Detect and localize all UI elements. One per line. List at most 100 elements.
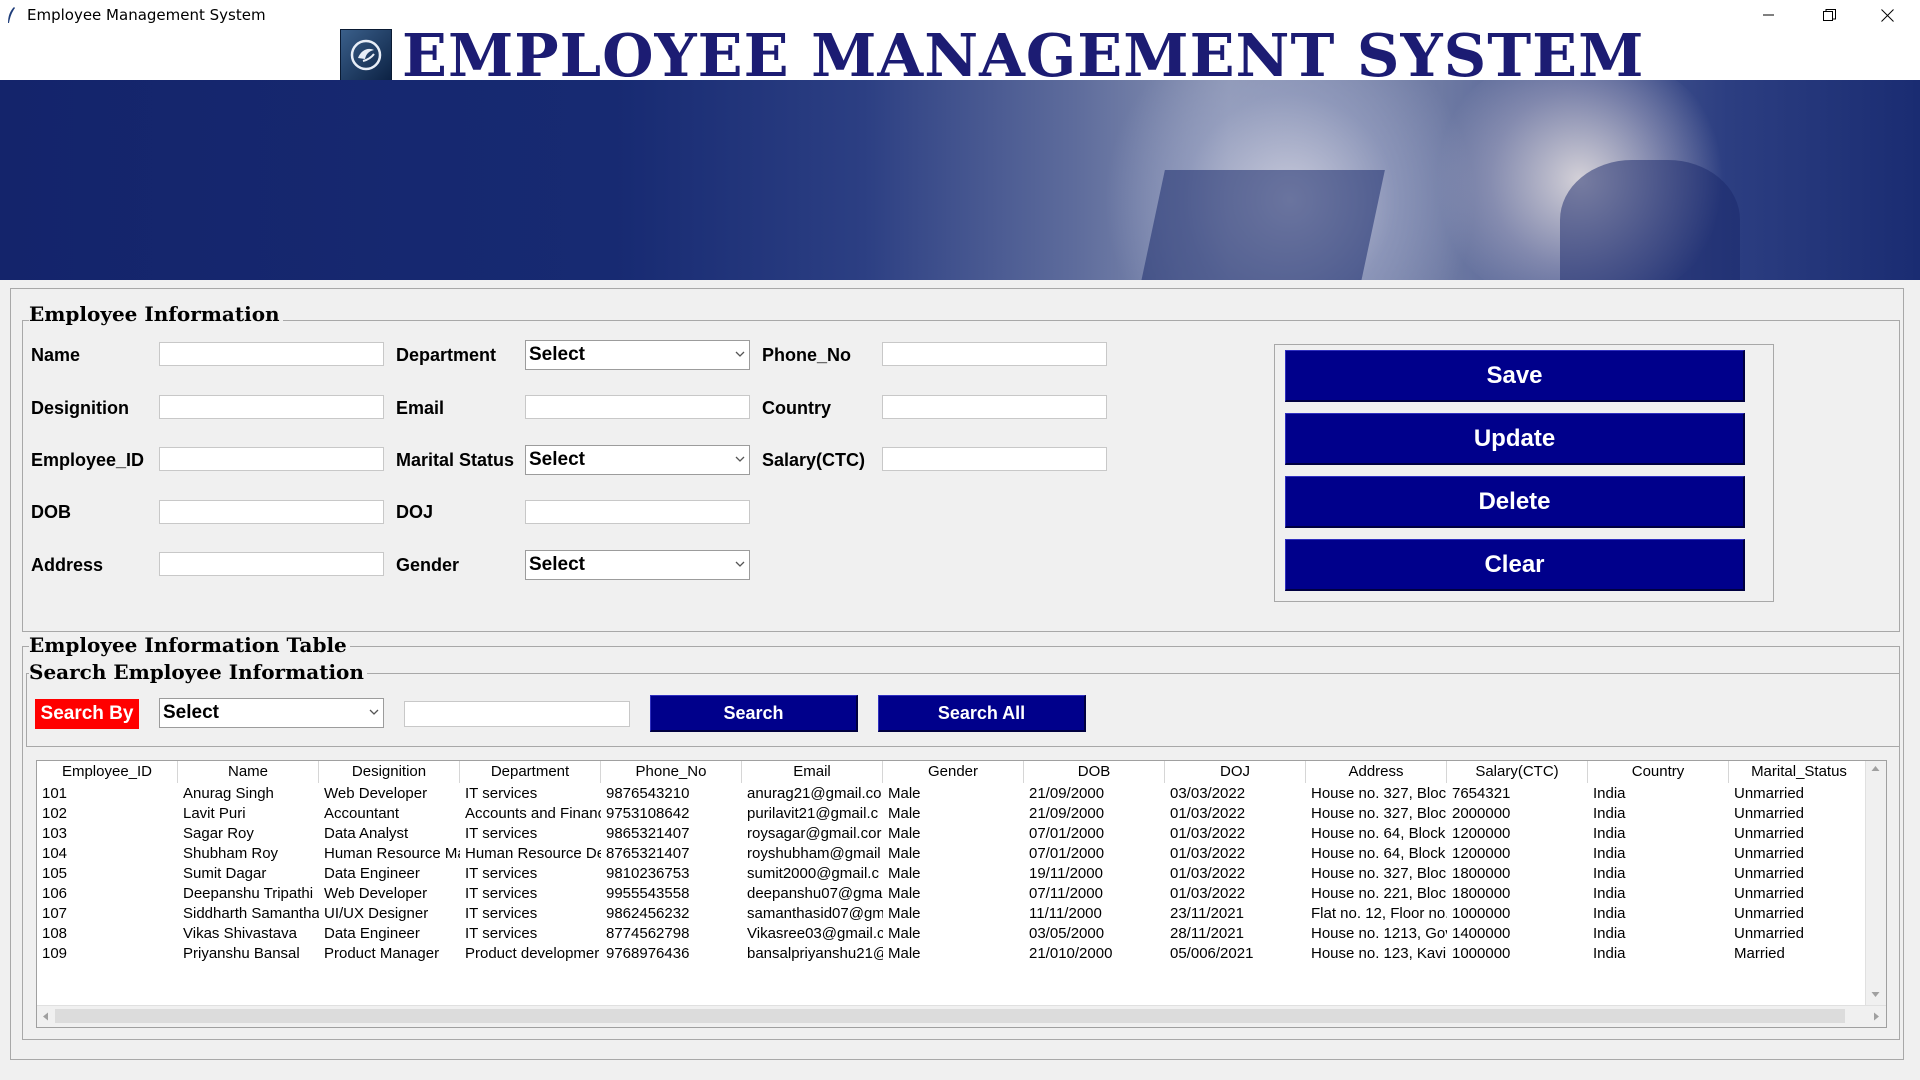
table-row[interactable]: 103 Sagar Roy Data Analyst IT services 98653… [37, 824, 1865, 844]
dob-input[interactable] [159, 500, 384, 524]
column-header[interactable]: Department [460, 761, 601, 783]
table-cell: House no. 1213, Gov [1311, 925, 1447, 942]
scroll-left-icon[interactable] [42, 1012, 49, 1021]
gender-select[interactable]: Select [525, 550, 750, 580]
column-header[interactable]: Name [178, 761, 319, 783]
table-cell: Unmarried [1734, 865, 1805, 882]
table-cell: Deepanshu Tripathi [183, 885, 314, 902]
table-cell: 1200000 [1452, 845, 1511, 862]
table-cell: Siddharth Samantha [183, 905, 319, 922]
save-button[interactable]: Save [1285, 350, 1745, 402]
employee-table[interactable]: Employee_ID Name Designition Department … [36, 760, 1887, 1028]
table-cell: 1400000 [1452, 925, 1511, 942]
table-cell: bansalpriyanshu21@ [747, 945, 883, 962]
table-row[interactable]: 104 Shubham Roy Human Resource Ma Human Res… [37, 844, 1865, 864]
column-header[interactable]: Salary(CTC) [1447, 761, 1588, 783]
doj-input[interactable] [525, 500, 750, 524]
table-cell: 11/11/2000 [1029, 905, 1102, 922]
employee-table-legend: Employee Information Table [29, 632, 350, 658]
table-cell: deepanshu07@gma [747, 885, 883, 902]
table-cell: 9810236753 [606, 865, 690, 882]
search-all-button[interactable]: Search All [878, 695, 1086, 732]
column-header[interactable]: Employee_ID [37, 761, 178, 783]
table-cell: House no. 123, Kavi [1311, 945, 1447, 962]
table-cell: Product developmer [465, 945, 600, 962]
column-header[interactable]: Gender [883, 761, 1024, 783]
salary-input[interactable] [882, 447, 1107, 471]
table-cell: 19/11/2000 [1029, 865, 1103, 882]
close-button[interactable] [1858, 0, 1916, 30]
search-by-label: Search By [35, 699, 139, 729]
table-cell: 107 [42, 905, 68, 922]
table-cell: 28/11/2021 [1170, 925, 1244, 942]
name-input[interactable] [159, 342, 384, 366]
scroll-down-icon[interactable] [1871, 991, 1880, 998]
column-header[interactable]: Address [1306, 761, 1447, 783]
column-header[interactable]: DOJ [1165, 761, 1306, 783]
table-cell: Married [1734, 945, 1785, 962]
close-icon [1880, 8, 1894, 22]
table-cell: 07/01/2000 [1029, 825, 1105, 842]
column-header[interactable]: Marital_Status [1729, 761, 1870, 783]
table-cell: India [1593, 905, 1626, 922]
restore-button[interactable] [1800, 0, 1858, 30]
phone-input[interactable] [882, 342, 1107, 366]
department-select-value: Select [529, 344, 585, 365]
table-cell: Male [888, 905, 921, 922]
department-select[interactable]: Select [525, 340, 750, 370]
table-row[interactable]: 101 Anurag Singh Web Developer IT services 9… [37, 784, 1865, 804]
table-cell: Male [888, 945, 921, 962]
table-cell: 01/03/2022 [1170, 865, 1246, 882]
scroll-up-icon[interactable] [1871, 765, 1880, 772]
table-row[interactable]: 102 Lavit Puri Accountant Accounts and Fina… [37, 804, 1865, 824]
table-cell: Human Resource De [465, 845, 601, 862]
horizontal-scroll-thumb[interactable] [55, 1009, 1845, 1023]
chevron-down-icon [735, 561, 745, 567]
search-legend: Search Employee Information [29, 659, 367, 685]
table-cell: 21/010/2000 [1029, 945, 1113, 962]
table-header: Employee_ID Name Designition Department … [37, 761, 1870, 783]
table-row[interactable]: 105 Sumit Dagar Data Engineer IT services 98… [37, 864, 1865, 884]
table-cell: House no. 64, Block [1311, 845, 1446, 862]
designation-input[interactable] [159, 395, 384, 419]
chevron-down-icon [735, 456, 745, 462]
table-cell: Male [888, 885, 921, 902]
search-button[interactable]: Search [650, 695, 858, 732]
clear-button[interactable]: Clear [1285, 539, 1745, 591]
column-header[interactable]: Email [742, 761, 883, 783]
employee-id-label: Employee_ID [31, 450, 145, 470]
column-header[interactable]: DOB [1024, 761, 1165, 783]
table-cell: India [1593, 805, 1626, 822]
email-input[interactable] [525, 395, 750, 419]
minimize-button[interactable] [1740, 0, 1798, 30]
table-row[interactable]: 109 Priyanshu Bansal Product Manager Produc… [37, 944, 1865, 964]
table-cell: Data Analyst [324, 825, 409, 842]
table-cell: 102 [42, 805, 68, 822]
search-input[interactable] [404, 701, 630, 727]
employee-id-input[interactable] [159, 447, 384, 471]
table-cell: India [1593, 845, 1626, 862]
table-cell: 106 [42, 885, 68, 902]
country-input[interactable] [882, 395, 1107, 419]
table-row[interactable]: 108 Vikas Shivastava Data Engineer IT servi… [37, 924, 1865, 944]
delete-button[interactable]: Delete [1285, 476, 1745, 528]
minimize-icon [1763, 14, 1774, 16]
table-row[interactable]: 107 Siddharth Samantha UI/UX Designer IT se… [37, 904, 1865, 924]
search-by-select[interactable]: Select [159, 698, 384, 728]
update-button[interactable]: Update [1285, 413, 1745, 465]
table-row[interactable]: 106 Deepanshu Tripathi Web Developer IT ser… [37, 884, 1865, 904]
table-cell: Anurag Singh [183, 785, 274, 802]
vertical-scrollbar[interactable] [1865, 761, 1886, 1005]
address-input[interactable] [159, 552, 384, 576]
table-cell: sumit2000@gmail.c [747, 865, 879, 882]
table-cell: 01/03/2022 [1170, 805, 1246, 822]
scroll-right-icon[interactable] [1873, 1012, 1880, 1021]
horizontal-scrollbar[interactable] [37, 1005, 1886, 1027]
column-header[interactable]: Country [1588, 761, 1729, 783]
table-cell: 21/09/2000 [1029, 785, 1105, 802]
column-header[interactable]: Designition [319, 761, 460, 783]
marital-status-select[interactable]: Select [525, 445, 750, 475]
table-cell: 01/03/2022 [1170, 885, 1246, 902]
column-header[interactable]: Phone_No [601, 761, 742, 783]
table-cell: IT services [465, 865, 538, 882]
